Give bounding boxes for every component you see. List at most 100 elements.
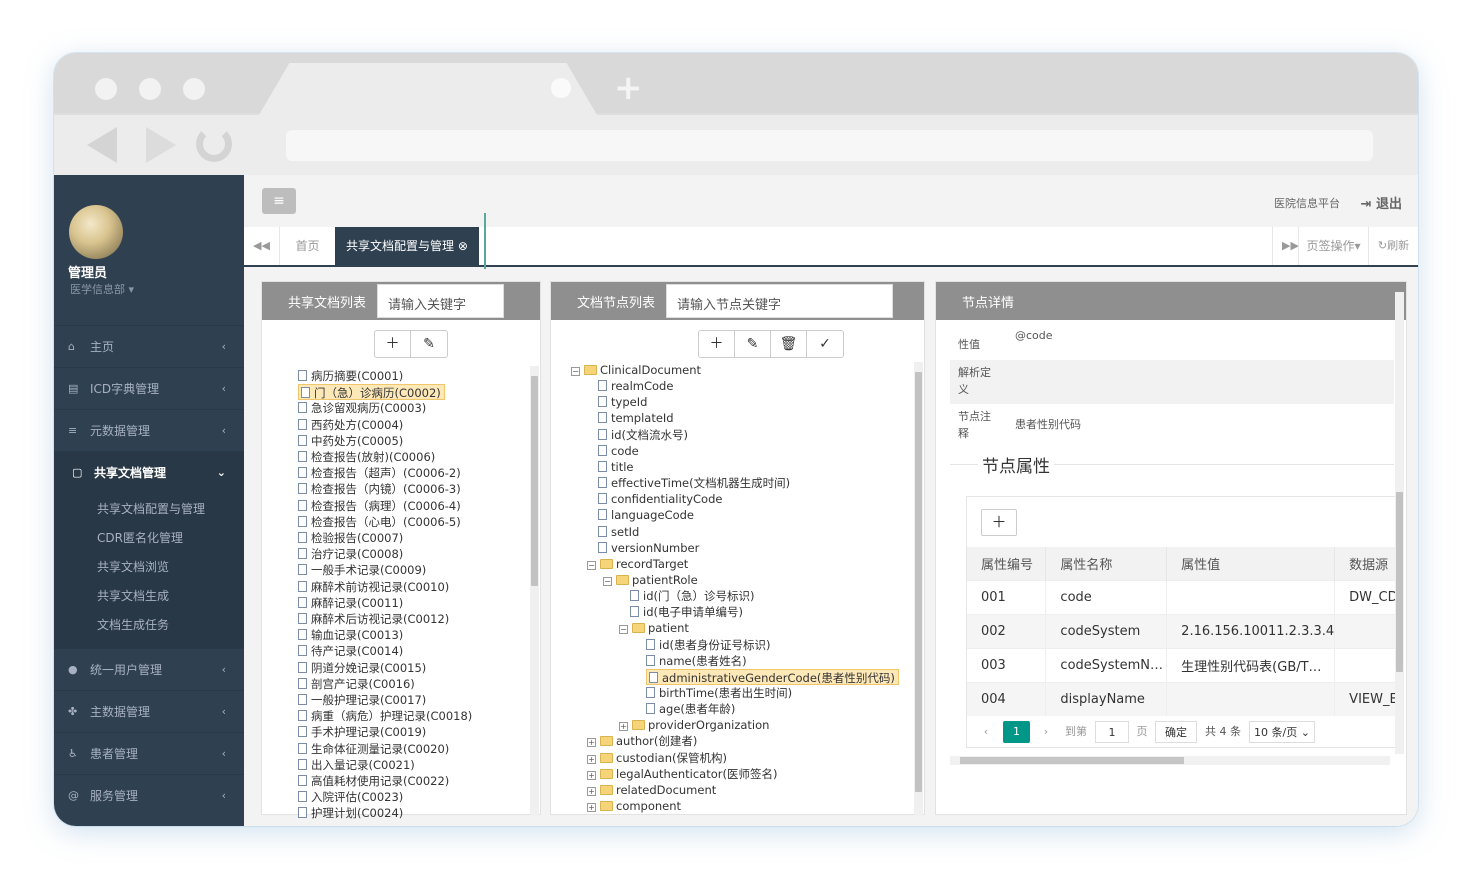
node-tree-item[interactable]: + author(创建者) bbox=[587, 733, 697, 749]
node-tree-item[interactable]: typeId bbox=[598, 394, 647, 410]
window-minimize-dot[interactable] bbox=[139, 78, 161, 100]
refresh-button[interactable]: ↻刷新 bbox=[1368, 227, 1418, 265]
node-tree-item[interactable]: − ClinicalDocument bbox=[571, 362, 701, 378]
collapse-icon[interactable]: − bbox=[587, 560, 596, 570]
window-maximize-dot[interactable] bbox=[183, 78, 205, 100]
node-tree-item[interactable]: name(患者姓名) bbox=[646, 653, 747, 669]
node-tree-item[interactable]: birthTime(患者出生时间) bbox=[646, 685, 792, 701]
doc-tree-item[interactable]: 手术护理记录(C0019) bbox=[298, 724, 426, 740]
doc-tree-item[interactable]: 病历摘要(C0001) bbox=[298, 368, 403, 384]
back-arrow-icon[interactable] bbox=[87, 127, 117, 163]
doc-tree-item[interactable]: 生命体征测量记录(C0020) bbox=[298, 741, 449, 757]
reload-icon[interactable] bbox=[196, 126, 232, 162]
node-tree-item[interactable]: + custodian(保管机构) bbox=[587, 750, 727, 766]
doc-tree-item[interactable]: 检查报告（病理）(C0006-4) bbox=[298, 498, 461, 514]
address-bar[interactable] bbox=[286, 130, 1373, 161]
doc-tree-item[interactable]: 病重（病危）护理记录(C0018) bbox=[298, 708, 472, 724]
tab-close-icon[interactable]: ⊗ bbox=[458, 239, 468, 253]
doc-tree-item[interactable]: 急诊留观病历(C0003) bbox=[298, 400, 426, 416]
table-row[interactable]: 003 codeSystemN… 生理性别代码表(GB/T… bbox=[967, 647, 1395, 682]
sidebar-item-patients[interactable]: ♿ 患者管理 ‹ bbox=[54, 732, 244, 774]
doc-tree-item[interactable]: 一般护理记录(C0017) bbox=[298, 692, 426, 708]
collapse-icon[interactable]: − bbox=[571, 367, 580, 376]
page-size-select[interactable]: 10 条/页 ⌄ bbox=[1249, 721, 1315, 743]
sidebar-item-master-data[interactable]: ✤ 主数据管理 ‹ bbox=[54, 690, 244, 732]
node-tree-item[interactable]: realmCode bbox=[598, 378, 673, 394]
page-ops-dropdown[interactable]: 页签操作▾ bbox=[1298, 227, 1368, 265]
doc-list-scrollbar[interactable] bbox=[530, 366, 539, 816]
submenu-cdr-anon[interactable]: CDR匿名化管理 bbox=[54, 524, 244, 553]
prev-page-icon[interactable]: ‹ bbox=[979, 721, 993, 743]
add-doc-button[interactable]: ＋ bbox=[375, 331, 411, 357]
add-node-button[interactable]: ＋ bbox=[699, 331, 735, 357]
add-attr-button[interactable]: ＋ bbox=[981, 509, 1017, 536]
tab-close-icon[interactable] bbox=[551, 78, 571, 98]
sidebar-item-shared-docs[interactable]: ▢ 共享文档管理 ⌄ bbox=[54, 451, 244, 493]
doc-tree-item[interactable]: 检查报告（超声）(C0006-2) bbox=[298, 465, 461, 481]
page-current[interactable]: 1 bbox=[1003, 721, 1030, 743]
expand-icon[interactable]: + bbox=[587, 786, 596, 796]
node-tree-item[interactable]: id(电子申请单编号) bbox=[630, 604, 743, 620]
node-tree-item[interactable]: administrativeGenderCode(患者性别代码) bbox=[646, 668, 899, 685]
sidebar-item-user-mgmt[interactable]: ● 统一用户管理 ‹ bbox=[54, 648, 244, 690]
doc-tree-item[interactable]: 麻醉术前访视记录(C0010) bbox=[298, 579, 449, 595]
node-tree-item[interactable]: age(患者年龄) bbox=[646, 701, 735, 717]
node-search-input[interactable]: 请输入节点关键字 bbox=[666, 284, 893, 318]
sidebar-item-home[interactable]: ⌂ 主页 ‹ bbox=[54, 325, 244, 367]
doc-search-input[interactable]: 请输入关键字 bbox=[377, 284, 504, 318]
node-tree-item[interactable]: languageCode bbox=[598, 507, 694, 523]
node-tree-item[interactable]: + component bbox=[587, 798, 681, 814]
node-list-scroll-thumb[interactable] bbox=[915, 372, 922, 792]
node-tree-item[interactable]: templateId bbox=[598, 410, 674, 426]
collapse-icon[interactable]: − bbox=[619, 625, 628, 635]
platform-link[interactable]: 医院信息平台 bbox=[1274, 195, 1340, 211]
doc-tree-item[interactable]: 中药处方(C0005) bbox=[298, 433, 403, 449]
doc-tree-item[interactable]: 护理计划(C0024) bbox=[298, 805, 403, 821]
node-tree-item[interactable]: + relatedDocument bbox=[587, 782, 716, 798]
menu-toggle-button[interactable]: ≡ bbox=[262, 188, 296, 214]
doc-tree-item[interactable]: 门（急）诊病历(C0002) bbox=[298, 384, 445, 401]
node-tree-item[interactable]: + providerOrganization bbox=[619, 717, 769, 733]
new-tab-icon[interactable]: + bbox=[614, 71, 643, 105]
doc-tree-item[interactable]: 阴道分娩记录(C0015) bbox=[298, 660, 426, 676]
doc-tree-item[interactable]: 一般手术记录(C0009) bbox=[298, 562, 426, 578]
detail-scrollbar[interactable] bbox=[1395, 292, 1404, 754]
node-tree-item[interactable]: − patientRole bbox=[603, 572, 698, 588]
next-page-icon[interactable]: › bbox=[1039, 721, 1053, 743]
doc-tree-item[interactable]: 检查报告(放射)(C0006) bbox=[298, 449, 435, 465]
col-header[interactable]: 属性名称 bbox=[1045, 547, 1168, 580]
table-row[interactable]: 002 codeSystem 2.16.156.10011.2.3.3.4 bbox=[967, 613, 1395, 648]
goto-confirm-button[interactable]: 确定 bbox=[1155, 721, 1197, 743]
node-tree-item[interactable]: title bbox=[598, 459, 633, 475]
doc-tree-item[interactable]: 麻醉记录(C0011) bbox=[298, 595, 403, 611]
doc-tree-item[interactable]: 出入量记录(C0021) bbox=[298, 757, 415, 773]
node-tree-item[interactable]: versionNumber bbox=[598, 540, 699, 556]
collapse-icon[interactable]: − bbox=[603, 576, 612, 586]
doc-tree-item[interactable]: 检查报告（心电）(C0006-5) bbox=[298, 514, 461, 530]
expand-icon[interactable]: + bbox=[587, 803, 596, 813]
col-header[interactable]: 属性编号 bbox=[967, 547, 1047, 580]
submenu-doc-browse[interactable]: 共享文档浏览 bbox=[54, 553, 244, 582]
node-tree-item[interactable]: code bbox=[598, 443, 639, 459]
tab-doc-config[interactable]: 共享文档配置与管理 ⊗ bbox=[335, 227, 479, 265]
doc-tree-item[interactable]: 待产记录(C0014) bbox=[298, 643, 403, 659]
edit-node-button[interactable]: ✎ bbox=[735, 331, 771, 357]
doc-tree-item[interactable]: 剖宫产记录(C0016) bbox=[298, 676, 415, 692]
doc-tree-item[interactable]: 治疗记录(C0008) bbox=[298, 546, 403, 562]
expand-icon[interactable]: + bbox=[587, 754, 596, 764]
doc-tree-item[interactable]: 检验报告(C0007) bbox=[298, 530, 403, 546]
confirm-node-button[interactable]: ✓ bbox=[807, 331, 843, 357]
tabs-scroll-left-button[interactable]: ◀◀ bbox=[244, 227, 280, 265]
node-tree-item[interactable]: id(文档流水号) bbox=[598, 427, 688, 443]
logout-button[interactable]: ⇥ 退出 bbox=[1361, 193, 1402, 212]
expand-icon[interactable]: + bbox=[587, 738, 596, 748]
node-tree-item[interactable]: confidentialityCode bbox=[598, 491, 722, 507]
submenu-doc-generate[interactable]: 共享文档生成 bbox=[54, 582, 244, 611]
doc-tree-item[interactable]: 高值耗材使用记录(C0022) bbox=[298, 773, 449, 789]
doc-tree-item[interactable]: 西药处方(C0004) bbox=[298, 417, 403, 433]
table-row[interactable]: 001 code DW_CDF bbox=[967, 579, 1395, 614]
detail-hscroll-thumb[interactable] bbox=[960, 757, 1184, 764]
node-tree-item[interactable]: id(患者身份证号标识) bbox=[646, 637, 770, 653]
doc-tree-item[interactable]: 检查报告（内镜）(C0006-3) bbox=[298, 481, 461, 497]
node-tree-item[interactable]: − recordTarget bbox=[587, 556, 688, 572]
